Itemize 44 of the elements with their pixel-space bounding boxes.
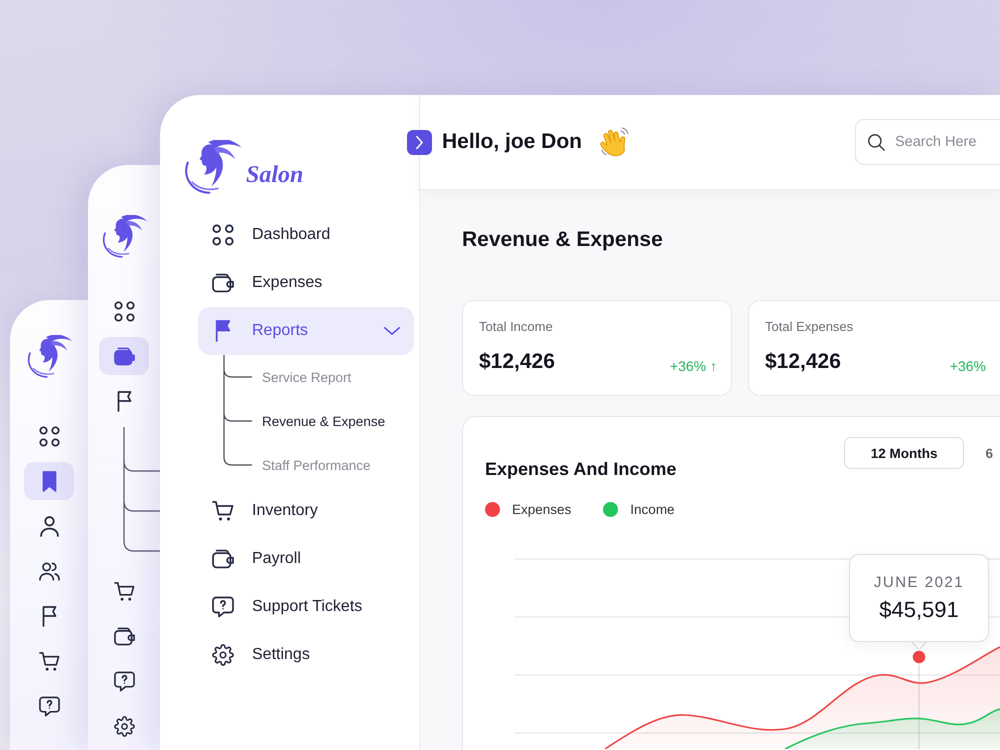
chevron-right-icon — [416, 136, 423, 149]
search-icon — [868, 134, 885, 151]
period-tab[interactable]: 6 — [978, 437, 1000, 469]
nav-item[interactable]: Inventory — [198, 487, 414, 535]
cart-icon — [212, 500, 234, 522]
greeting-text: Hello, joe Don — [442, 130, 582, 154]
wallet-icon — [212, 272, 234, 294]
stat-value: $12,426 — [479, 350, 555, 374]
grid-icon — [212, 224, 234, 246]
wallet-icon — [114, 346, 134, 366]
nav-item[interactable]: Expenses — [198, 259, 414, 307]
chart-title: Expenses And Income — [485, 459, 676, 480]
stat-change: +36% ↑ — [670, 358, 717, 374]
grid-icon — [38, 426, 60, 446]
period-tab[interactable]: 12 Months — [844, 437, 964, 469]
nav-item[interactable]: Payroll — [198, 535, 414, 583]
stat-label: Total Income — [479, 319, 554, 334]
stat-label: Total Expenses — [765, 319, 854, 334]
sidebar-toggle-button[interactable] — [407, 130, 432, 155]
nav-item[interactable]: Settings — [198, 631, 414, 679]
waving-hand-icon — [600, 127, 630, 157]
chat-question-icon — [38, 696, 60, 716]
cart-icon — [38, 650, 60, 672]
chat-question-icon — [114, 670, 134, 692]
page-title: Revenue & Expense — [462, 228, 664, 252]
legend-label: Expenses — [512, 502, 572, 517]
nav-item[interactable]: Dashboard — [198, 211, 414, 259]
legend-label: Income — [630, 502, 675, 517]
settings-icon — [212, 644, 234, 666]
cart-icon — [114, 580, 134, 602]
search-field[interactable]: Search Here — [855, 119, 1000, 165]
wallet-icon — [212, 548, 234, 570]
settings-icon — [114, 716, 134, 736]
chat-question-icon — [212, 596, 234, 618]
nav-item[interactable]: Reports — [198, 307, 414, 355]
user-icon — [38, 516, 60, 536]
stat-value: $12,426 — [765, 350, 841, 374]
submenu-item[interactable]: Revenue & Expense — [262, 399, 386, 443]
nav-item[interactable]: Support Tickets — [198, 583, 414, 631]
users-icon — [38, 560, 60, 582]
brand-name: Salon — [246, 162, 304, 190]
wallet-icon — [114, 626, 134, 646]
grid-icon — [114, 300, 134, 322]
stat-change: +36% — [950, 358, 986, 374]
